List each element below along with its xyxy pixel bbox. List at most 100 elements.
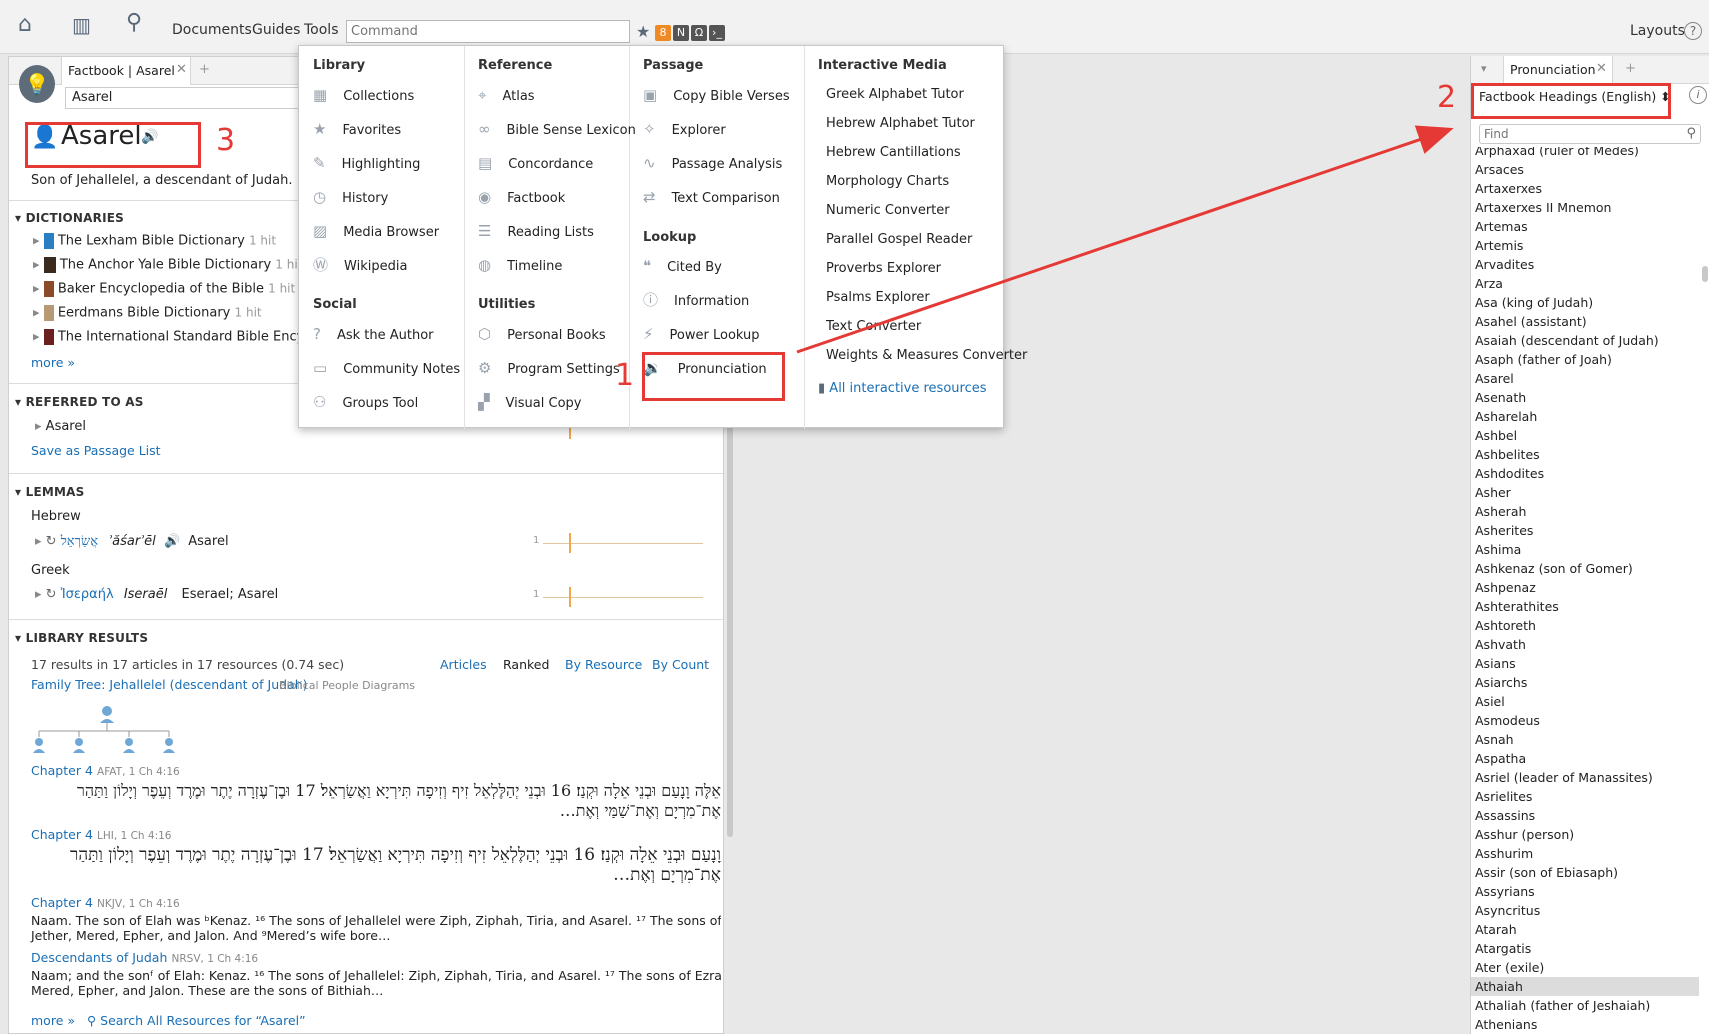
list-item[interactable]: Athaliah (father of Jeshaiah): [1471, 996, 1699, 1015]
menu-item-factbook[interactable]: ◉ Factbook: [478, 189, 565, 206]
list-item[interactable]: Athaiah: [1471, 977, 1699, 996]
list-item[interactable]: Aspatha: [1471, 749, 1699, 768]
menu-item-text-comparison[interactable]: ⇄ Text Comparison: [643, 189, 780, 206]
search-icon[interactable]: ⚲: [126, 10, 142, 35]
view-articles[interactable]: Articles: [440, 657, 487, 672]
result-item[interactable]: Chapter 4 NKJV, 1 Ch 4:16 Naam. The son …: [31, 895, 721, 943]
star-icon[interactable]: ★: [636, 22, 650, 41]
menu-item-program-settings[interactable]: ⚙ Program Settings: [478, 360, 620, 377]
command-input[interactable]: [346, 20, 630, 43]
list-item[interactable]: Ashdodites: [1471, 464, 1699, 483]
list-item[interactable]: Ashkenaz (son of Gomer): [1471, 559, 1699, 578]
result-title[interactable]: Chapter 4: [31, 763, 93, 778]
list-item[interactable]: Arza: [1471, 274, 1699, 293]
list-item[interactable]: Asher: [1471, 483, 1699, 502]
list-item[interactable]: Ashvath: [1471, 635, 1699, 654]
result-title[interactable]: Descendants of Judah: [31, 950, 167, 965]
list-item[interactable]: Ashterathites: [1471, 597, 1699, 616]
save-passage-link[interactable]: Save as Passage List: [31, 443, 161, 458]
section-dictionaries[interactable]: ▾ DICTIONARIES: [15, 211, 124, 225]
list-item[interactable]: Asrielites: [1471, 787, 1699, 806]
more-dictionaries-link[interactable]: more »: [31, 355, 75, 370]
list-item[interactable]: ▸ The Anchor Yale Bible Dictionary 1 hit: [33, 257, 331, 281]
menu-item-atlas[interactable]: ⌖ Atlas: [478, 87, 535, 104]
menu-item-personal-books[interactable]: ⬡ Personal Books: [478, 326, 606, 343]
list-item[interactable]: ▸ The International Standard Bible Encyc…: [33, 329, 331, 353]
menu-tools[interactable]: Tools: [304, 22, 339, 38]
chevron-down-icon[interactable]: ▾: [1481, 62, 1487, 75]
section-library-results[interactable]: ▾ LIBRARY RESULTS: [15, 631, 148, 645]
list-item[interactable]: Artaxerxes II Mnemon: [1471, 198, 1699, 217]
menu-item-visual-copy[interactable]: ▞ Visual Copy: [478, 394, 581, 411]
book-icon[interactable]: ▥: [72, 13, 91, 37]
list-item[interactable]: Asians: [1471, 654, 1699, 673]
view-by-resource[interactable]: By Resource: [565, 657, 642, 672]
more-results-link[interactable]: more »: [31, 1013, 75, 1028]
list-item[interactable]: Ashbelites: [1471, 445, 1699, 464]
list-item[interactable]: Artaxerxes: [1471, 179, 1699, 198]
omega-icon[interactable]: Ω: [691, 25, 707, 41]
menu-item-reading-lists[interactable]: ☰ Reading Lists: [478, 223, 594, 240]
result-title[interactable]: Chapter 4: [31, 827, 93, 842]
tab-factbook[interactable]: Factbook | Asarel ✕: [61, 57, 191, 85]
list-item[interactable]: ▸ The Lexham Bible Dictionary 1 hit: [33, 233, 331, 257]
hebrew-lemma-row[interactable]: ▸ ↻ אֲשַׂרְאֵל ʾăśarʾēl 🔊 Asarel: [35, 533, 229, 549]
list-item[interactable]: Asiel: [1471, 692, 1699, 711]
scrollbar[interactable]: [1702, 266, 1708, 282]
list-item[interactable]: Asyncritus: [1471, 901, 1699, 920]
menu-item-copy-bible-verses[interactable]: ▣ Copy Bible Verses: [643, 87, 790, 104]
menu-item-highlighting[interactable]: ✎ Highlighting: [313, 155, 420, 172]
menu-item-timeline[interactable]: ◍ Timeline: [478, 257, 562, 274]
list-item[interactable]: Ashima: [1471, 540, 1699, 559]
layouts-menu[interactable]: Layouts: [1630, 23, 1685, 39]
speaker-icon[interactable]: 🔊: [164, 534, 180, 549]
family-tree-link[interactable]: Family Tree: Jehallelel (descendant of J…: [31, 677, 308, 692]
list-item[interactable]: Atarah: [1471, 920, 1699, 939]
add-tab-icon[interactable]: +: [1625, 61, 1636, 76]
menu-item-favorites[interactable]: ★ Favorites: [313, 121, 401, 138]
menu-item-morphology-charts[interactable]: Morphology Charts: [826, 174, 1027, 203]
list-item[interactable]: Ashpenaz: [1471, 578, 1699, 597]
help-icon[interactable]: ?: [1684, 22, 1702, 40]
result-title[interactable]: Chapter 4: [31, 895, 93, 910]
menu-item-groups-tool[interactable]: ⚇ Groups Tool: [313, 394, 418, 411]
list-item[interactable]: Asaiah (descendant of Judah): [1471, 331, 1699, 350]
menu-item-information[interactable]: ⓘ Information: [643, 292, 749, 309]
list-item[interactable]: Asmodeus: [1471, 711, 1699, 730]
menu-item-weights-measures[interactable]: Weights & Measures Converter: [826, 348, 1027, 377]
list-item[interactable]: Arphaxad (ruler of Medes): [1475, 147, 1695, 160]
list-item[interactable]: Asriel (leader of Manassites): [1471, 768, 1699, 787]
home-icon[interactable]: ⌂: [18, 12, 32, 37]
add-tab-icon[interactable]: +: [199, 62, 210, 77]
factbook-search-input[interactable]: Asarel: [65, 87, 305, 109]
list-item[interactable]: Artemis: [1471, 236, 1699, 255]
list-item[interactable]: Asherah: [1471, 502, 1699, 521]
list-item[interactable]: Ater (exile): [1471, 958, 1699, 977]
info-icon[interactable]: i: [1689, 86, 1707, 104]
menu-item-parallel-gospel-reader[interactable]: Parallel Gospel Reader: [826, 232, 1027, 261]
menu-item-bible-sense-lexicon[interactable]: ∞ Bible Sense Lexicon: [478, 121, 636, 138]
list-item[interactable]: Artemas: [1471, 217, 1699, 236]
list-item[interactable]: Asarel: [1471, 369, 1699, 388]
hebrew-lemma[interactable]: אֲשַׂרְאֵל: [61, 534, 98, 549]
notes-icon[interactable]: N: [673, 25, 689, 41]
view-ranked[interactable]: Ranked: [503, 657, 549, 672]
menu-item-numeric-converter[interactable]: Numeric Converter: [826, 203, 1027, 232]
list-item[interactable]: Arsaces: [1471, 160, 1699, 179]
greek-lemma-row[interactable]: ▸ ↻ Ἰσεραήλ Iseraēl Eserael; Asarel: [35, 587, 278, 602]
list-item[interactable]: Ashtoreth: [1471, 616, 1699, 635]
list-item[interactable]: Assassins: [1471, 806, 1699, 825]
list-item[interactable]: Arvadites: [1471, 255, 1699, 274]
view-by-count[interactable]: By Count: [652, 657, 709, 672]
list-item[interactable]: ▸ Eerdmans Bible Dictionary 1 hit: [33, 305, 331, 329]
all-interactive-link[interactable]: ▮ All interactive resources: [818, 381, 986, 396]
menu-item-power-lookup[interactable]: ⚡ Power Lookup: [643, 326, 760, 343]
list-item[interactable]: Asnah: [1471, 730, 1699, 749]
scrollbar[interactable]: [727, 417, 733, 837]
menu-item-greek-alphabet-tutor[interactable]: Greek Alphabet Tutor: [826, 87, 1027, 116]
menu-item-media-browser[interactable]: ▨ Media Browser: [313, 223, 439, 240]
close-icon[interactable]: ✕: [1596, 61, 1607, 76]
menu-item-explorer[interactable]: ✧ Explorer: [643, 121, 726, 138]
result-item[interactable]: Chapter 4 AFAT, 1 Ch 4:16 אֵלֶּה וָנָעַם…: [31, 763, 721, 821]
menu-item-collections[interactable]: ▦ Collections: [313, 87, 414, 104]
